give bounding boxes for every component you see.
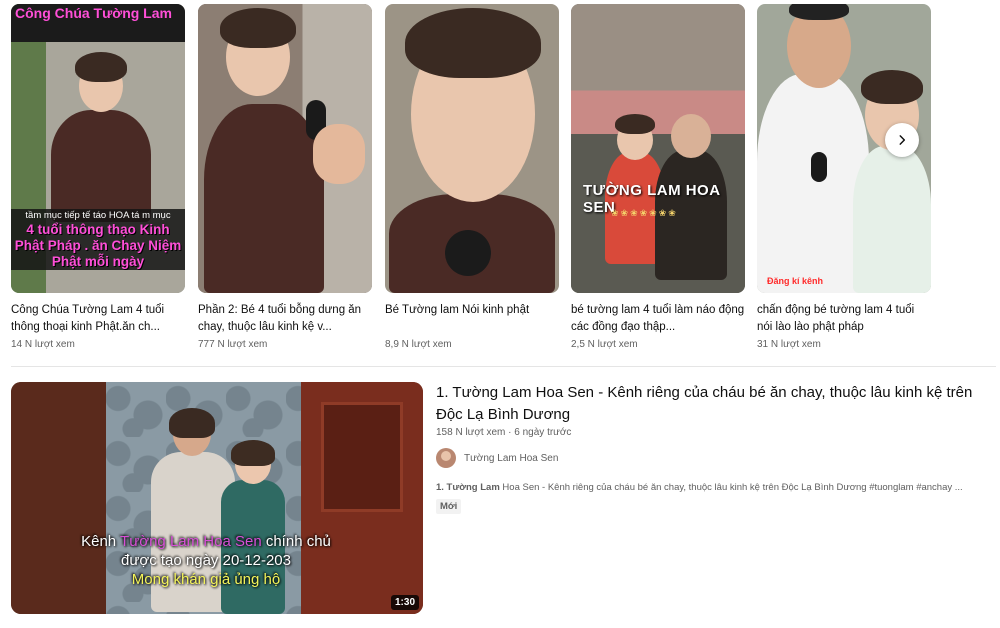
next-button[interactable] xyxy=(885,123,919,157)
short-title[interactable]: Công Chúa Tường Lam 4 tuổi thông thoại k… xyxy=(11,302,185,336)
caption-line1-end: chính chủ xyxy=(261,533,331,550)
description-highlight: 1. Tường Lam xyxy=(436,482,500,493)
short-card[interactable]: Đăng kí kênh chấn động bé tường lam 4 tu… xyxy=(757,4,931,350)
video-title[interactable]: 1. Tường Lam Hoa Sen - Kênh riêng của ch… xyxy=(436,382,996,426)
short-card[interactable]: Phần 2: Bé 4 tuổi bỗng dưng ăn chay, thu… xyxy=(198,4,372,350)
caption-line2: được tạo ngày 20-12-203 xyxy=(121,552,291,569)
overlay-caption-big: 4 tuổi thông thạo Kinh Phật Pháp . ăn Ch… xyxy=(11,222,185,270)
shorts-shelf: Công Chúa Tường Lam tầm mục tiếp tế táo … xyxy=(11,4,996,354)
avatar[interactable] xyxy=(436,448,456,468)
short-title[interactable]: bé tường lam 4 tuổi làm náo động các đồn… xyxy=(571,302,745,336)
description-text: Hoa Sen - Kênh riêng của cháu bé ăn chay… xyxy=(499,482,963,493)
new-badge: Mới xyxy=(436,499,462,514)
short-views: 2,5 N lượt xem xyxy=(571,339,638,350)
lotus-decoration-icon: ❀❀❀❀❀❀❀ xyxy=(611,208,678,218)
caption-line3: Mong khán giả ủng hộ xyxy=(131,571,281,588)
short-card[interactable]: Công Chúa Tường Lam tầm mục tiếp tế táo … xyxy=(11,4,185,350)
short-thumbnail[interactable] xyxy=(385,4,559,293)
short-thumbnail[interactable] xyxy=(198,4,372,293)
video-caption: Kênh Tường Lam Hoa Sen chính chủ được tạ… xyxy=(11,532,401,589)
short-title[interactable]: chấn động bé tường lam 4 tuổi nói lào là… xyxy=(757,302,931,336)
short-card[interactable]: TƯỜNG LAM HOA SEN ❀❀❀❀❀❀❀ bé tường lam 4… xyxy=(571,4,745,350)
section-divider xyxy=(11,366,996,367)
short-title[interactable]: Bé Tường lam Nói kinh phật xyxy=(385,302,559,336)
short-card[interactable]: Bé Tường lam Nói kinh phật 8,9 N lượt xe… xyxy=(385,4,559,350)
short-views: 31 N lượt xem xyxy=(757,339,821,350)
short-views: 777 N lượt xem xyxy=(198,339,268,350)
overlay-caption-small: tầm mục tiếp tế táo HOA tá m mục xyxy=(11,209,185,222)
overlay-title: Công Chúa Tường Lam xyxy=(15,5,172,21)
short-title[interactable]: Phần 2: Bé 4 tuổi bỗng dưng ăn chay, thu… xyxy=(198,302,372,336)
video-meta: 158 N lượt xem · 6 ngày trước xyxy=(436,427,572,438)
subscribe-tag: Đăng kí kênh xyxy=(767,276,824,286)
short-thumbnail[interactable]: Công Chúa Tường Lam tầm mục tiếp tế táo … xyxy=(11,4,185,293)
channel-link[interactable]: Tường Lam Hoa Sen xyxy=(436,448,996,468)
caption-line1-start: Kênh xyxy=(81,533,121,550)
caption-channel-name: Tường Lam Hoa Sen xyxy=(120,533,262,550)
video-result[interactable]: Kênh Tường Lam Hoa Sen chính chủ được tạ… xyxy=(11,382,996,618)
channel-name[interactable]: Tường Lam Hoa Sen xyxy=(464,453,558,464)
chevron-right-icon xyxy=(899,135,906,145)
short-views: 14 N lượt xem xyxy=(11,339,75,350)
video-info: 1. Tường Lam Hoa Sen - Kênh riêng của ch… xyxy=(436,382,996,514)
overlay-banner: Công Chúa Tường Lam xyxy=(11,4,185,42)
short-views: 8,9 N lượt xem xyxy=(385,339,452,350)
short-thumbnail[interactable]: TƯỜNG LAM HOA SEN ❀❀❀❀❀❀❀ xyxy=(571,4,745,293)
overlay-caption: tầm mục tiếp tế táo HOA tá m mục 4 tuổi … xyxy=(11,209,185,270)
video-thumbnail[interactable]: Kênh Tường Lam Hoa Sen chính chủ được tạ… xyxy=(11,382,423,614)
video-description: 1. Tường Lam Hoa Sen - Kênh riêng của ch… xyxy=(436,482,996,493)
duration-badge: 1:30 xyxy=(390,595,419,610)
